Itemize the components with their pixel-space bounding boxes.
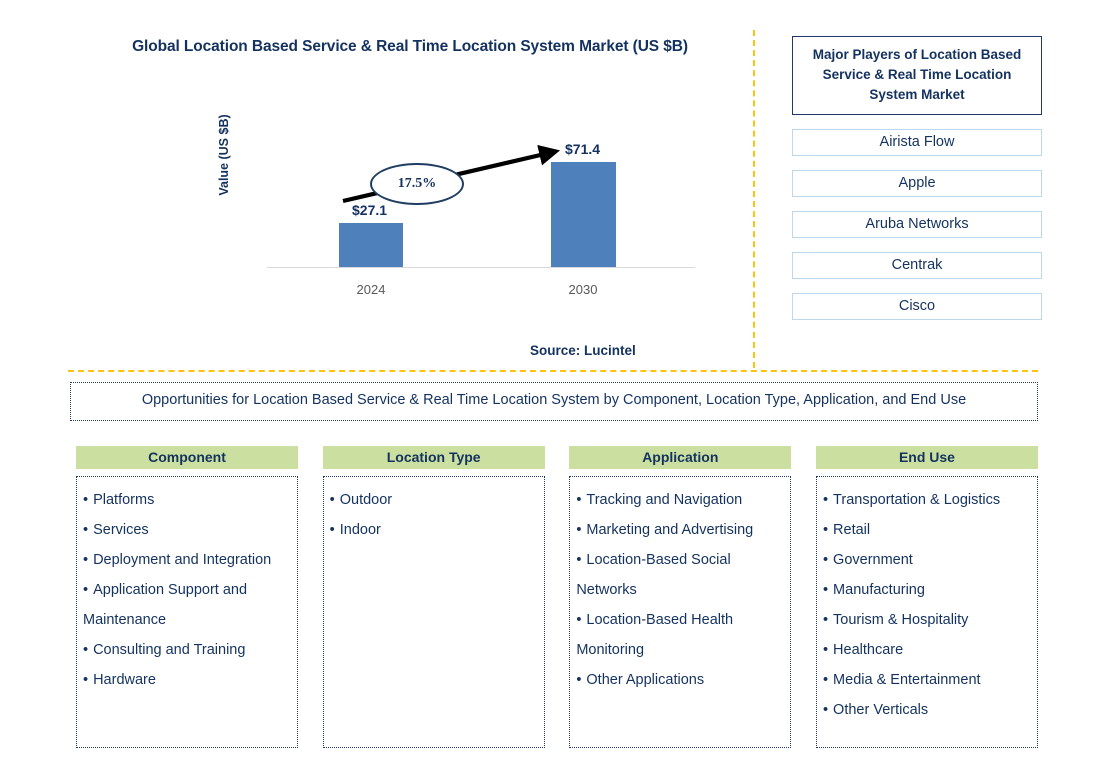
list-item: Other Verticals (823, 695, 1033, 725)
opportunities-columns: Component Platforms Services Deployment … (76, 446, 1038, 748)
list-item: Deployment and Integration (83, 545, 293, 575)
x-tick-2024: 2024 (356, 282, 386, 297)
x-axis-line (267, 267, 695, 268)
end-use-list: Transportation & Logistics Retail Govern… (823, 485, 1033, 725)
vertical-divider (753, 30, 755, 368)
opportunities-section: Opportunities for Location Based Service… (0, 382, 1106, 774)
column-body-component: Platforms Services Deployment and Integr… (76, 476, 298, 748)
player-item-0[interactable]: Airista Flow (792, 129, 1042, 156)
opportunity-column-end-use: End Use Transportation & Logistics Retai… (815, 446, 1038, 748)
major-players-panel: Major Players of Location Based Service … (792, 36, 1042, 320)
opportunity-column-component: Component Platforms Services Deployment … (76, 446, 298, 748)
list-item: Tracking and Navigation (576, 485, 786, 515)
list-item: Retail (823, 515, 1033, 545)
player-item-2[interactable]: Aruba Networks (792, 211, 1042, 238)
list-item: Hardware (83, 665, 293, 695)
bar-value-2024: $27.1 (352, 202, 388, 218)
chart-title: Global Location Based Service & Real Tim… (132, 38, 688, 55)
market-chart-panel: Global Location Based Service & Real Tim… (60, 0, 750, 368)
column-header-location-type: Location Type (322, 446, 545, 469)
column-header-application: Application (569, 446, 792, 469)
cagr-value: 17.5% (397, 176, 437, 191)
horizontal-divider (68, 370, 1038, 372)
list-item: Indoor (330, 515, 540, 545)
opportunities-banner: Opportunities for Location Based Service… (70, 382, 1038, 421)
x-tick-2030: 2030 (568, 282, 598, 297)
player-item-1[interactable]: Apple (792, 170, 1042, 197)
column-body-application: Tracking and Navigation Marketing and Ad… (569, 476, 792, 748)
source-label: Source: Lucintel (530, 343, 636, 358)
top-section: Global Location Based Service & Real Tim… (0, 0, 1106, 368)
list-item: Other Applications (576, 665, 786, 695)
list-item: Media & Entertainment (823, 665, 1033, 695)
application-list: Tracking and Navigation Marketing and Ad… (576, 485, 786, 695)
bar-value-2030: $71.4 (565, 141, 601, 157)
column-header-end-use: End Use (815, 446, 1038, 469)
bar-2024 (339, 223, 403, 267)
list-item: Healthcare (823, 635, 1033, 665)
column-body-location-type: Outdoor Indoor (322, 476, 545, 748)
location-type-list: Outdoor Indoor (330, 485, 540, 545)
major-players-header: Major Players of Location Based Service … (792, 36, 1042, 115)
list-item: Location-Based Social Networks (576, 545, 786, 605)
list-item: Transportation & Logistics (823, 485, 1033, 515)
bar-2030 (551, 162, 616, 267)
list-item: Marketing and Advertising (576, 515, 786, 545)
column-body-end-use: Transportation & Logistics Retail Govern… (815, 476, 1038, 748)
player-item-3[interactable]: Centrak (792, 252, 1042, 279)
component-list: Platforms Services Deployment and Integr… (83, 485, 293, 695)
list-item: Location-Based Health Monitoring (576, 605, 786, 665)
cagr-badge: 17.5% (370, 163, 464, 205)
list-item: Application Support and Maintenance (83, 575, 293, 635)
list-item: Tourism & Hospitality (823, 605, 1033, 635)
list-item: Outdoor (330, 485, 540, 515)
bar-chart-plot-area: Value (US $B) $27.1 $71.4 2024 2030 17.5… (205, 114, 695, 297)
column-header-component: Component (76, 446, 298, 469)
y-axis-label: Value (US $B) (217, 114, 231, 196)
list-item: Government (823, 545, 1033, 575)
growth-arrow-icon (342, 144, 561, 204)
opportunity-column-application: Application Tracking and Navigation Mark… (569, 446, 792, 748)
list-item: Consulting and Training (83, 635, 293, 665)
list-item: Platforms (83, 485, 293, 515)
opportunity-column-location-type: Location Type Outdoor Indoor (322, 446, 545, 748)
list-item: Services (83, 515, 293, 545)
list-item: Manufacturing (823, 575, 1033, 605)
player-item-4[interactable]: Cisco (792, 293, 1042, 320)
